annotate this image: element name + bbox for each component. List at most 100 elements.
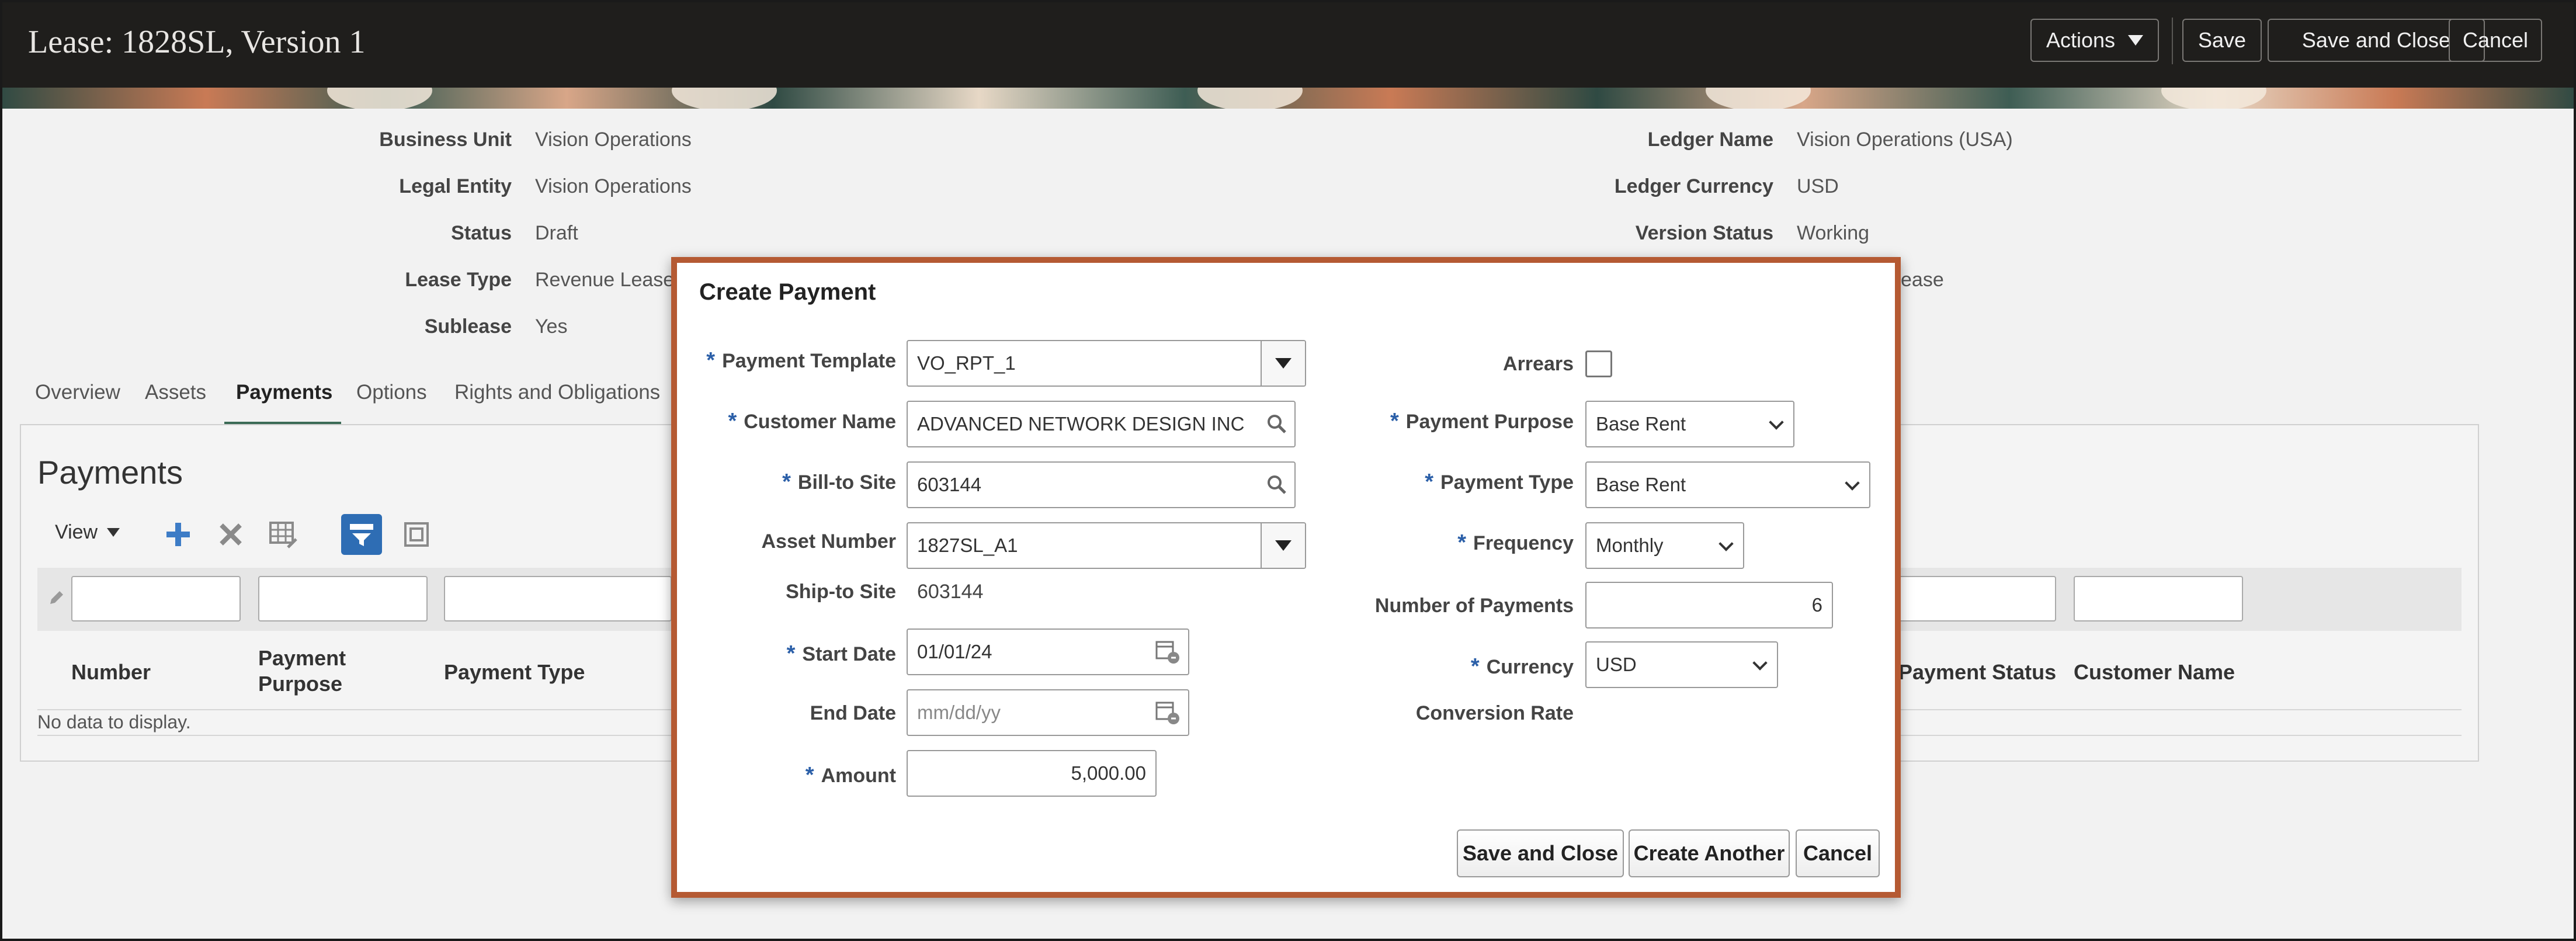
customer-filter-input[interactable] <box>2074 576 2243 621</box>
ship-to-site-value: 603144 <box>917 581 984 603</box>
required-icon: * <box>1425 470 1433 494</box>
calendar-icon[interactable] <box>1147 690 1188 735</box>
decorative-banner <box>0 88 2576 109</box>
empty-table-message: No data to display. <box>37 711 191 732</box>
column-payment-purpose-line1[interactable]: Payment <box>258 646 346 671</box>
chevron-down-icon <box>1752 655 1768 671</box>
number-of-payments-label: Number of Payments <box>1374 595 1574 617</box>
required-icon: * <box>1457 530 1467 555</box>
legal-entity-label: Legal Entity <box>399 175 512 197</box>
bill-to-site-label: * Bill-to Site <box>782 470 896 494</box>
column-payment-purpose-line2[interactable]: Purpose <box>258 672 342 696</box>
ledger-name-value: Vision Operations (USA) <box>1797 129 2013 151</box>
required-icon: * <box>1390 409 1399 433</box>
chevron-down-icon <box>1719 536 1734 551</box>
column-payment-status[interactable]: Payment Status <box>1898 660 2056 685</box>
create-another-button[interactable]: Create Another <box>1629 829 1790 877</box>
start-date-label: * Start Date <box>786 641 896 666</box>
sublease-label: Sublease <box>424 315 512 338</box>
dropdown-icon[interactable] <box>1261 523 1305 568</box>
page-header: Lease: 1828SL, Version 1 Actions Save Sa… <box>0 0 2576 88</box>
number-filter-input[interactable] <box>71 576 241 621</box>
chevron-down-icon <box>107 528 120 537</box>
ship-to-site-label: Ship-to Site <box>786 581 896 603</box>
end-date-input[interactable]: mm/dd/yy <box>907 689 1189 736</box>
asset-number-select[interactable]: 1827SL_A1 <box>907 522 1306 569</box>
version-status-value: Working <box>1797 222 1870 244</box>
tab-overview[interactable]: Overview <box>35 381 120 404</box>
calendar-icon[interactable] <box>1147 630 1188 674</box>
ledger-currency-value: USD <box>1797 175 1839 197</box>
customer-name-label: * Customer Name <box>728 409 896 433</box>
arrears-checkbox[interactable] <box>1585 350 1612 377</box>
ledger-name-label: Ledger Name <box>1647 129 1773 151</box>
detach-icon[interactable] <box>396 514 437 555</box>
frequency-label: * Frequency <box>1457 530 1574 555</box>
number-of-payments-input[interactable]: 6 <box>1585 582 1833 629</box>
end-date-label: End Date <box>810 702 896 724</box>
partially-hidden-value: ease <box>1901 269 1944 291</box>
lease-type-label: Lease Type <box>405 269 512 291</box>
payment-template-select[interactable]: VO_RPT_1 <box>907 340 1306 387</box>
currency-select[interactable]: USD <box>1585 641 1778 688</box>
tab-options[interactable]: Options <box>356 381 427 404</box>
ledger-currency-label: Ledger Currency <box>1614 175 1773 197</box>
sublease-value: Yes <box>535 315 568 338</box>
tab-rights-and-obligations[interactable]: Rights and Obligations <box>454 381 660 404</box>
page-title: Lease: 1828SL, Version 1 <box>28 24 366 60</box>
query-by-example-icon[interactable] <box>341 514 382 555</box>
chevron-down-icon <box>1845 475 1860 491</box>
currency-label: * Currency <box>1470 654 1574 679</box>
chevron-down-icon <box>1769 415 1784 430</box>
column-customer-name[interactable]: Customer Name <box>2074 660 2235 685</box>
status-filter-input[interactable] <box>1887 576 2056 621</box>
payments-title: Payments <box>37 454 183 491</box>
frequency-select[interactable]: Monthly <box>1585 522 1744 569</box>
start-date-input[interactable]: 01/01/24 <box>907 629 1189 675</box>
required-icon: * <box>706 348 716 373</box>
type-filter-input[interactable] <box>444 576 672 621</box>
status-label: Status <box>451 222 512 244</box>
required-icon: * <box>805 763 814 787</box>
payment-type-select[interactable]: Base Rent <box>1585 461 1870 508</box>
required-icon: * <box>1470 654 1480 679</box>
conversion-rate-label: Conversion Rate <box>1415 702 1574 724</box>
cancel-button[interactable]: Cancel <box>2449 19 2542 62</box>
asset-number-label: Asset Number <box>761 530 896 553</box>
chevron-down-icon <box>2128 35 2144 46</box>
required-icon: * <box>786 641 796 666</box>
dialog-cancel-button[interactable]: Cancel <box>1796 829 1880 877</box>
payment-purpose-select[interactable]: Base Rent <box>1585 401 1794 447</box>
dialog-save-and-close-button[interactable]: Save and Close <box>1457 829 1624 877</box>
business-unit-label: Business Unit <box>379 129 512 151</box>
view-label: View <box>55 521 98 543</box>
tab-assets[interactable]: Assets <box>145 381 206 404</box>
actions-label: Actions <box>2046 28 2116 52</box>
business-unit-value: Vision Operations <box>535 129 692 151</box>
delete-icon[interactable] <box>210 514 251 555</box>
bill-to-site-input[interactable]: 603144 <box>907 461 1296 508</box>
required-icon: * <box>782 470 791 494</box>
actions-menu-button[interactable]: Actions <box>2030 19 2159 62</box>
arrears-label: Arrears <box>1503 353 1574 375</box>
dropdown-icon[interactable] <box>1261 341 1305 386</box>
save-button[interactable]: Save <box>2182 19 2262 62</box>
customer-name-input[interactable]: ADVANCED NETWORK DESIGN INC <box>907 401 1296 447</box>
view-menu-button[interactable]: View <box>55 521 120 544</box>
payment-template-label: * Payment Template <box>706 348 896 373</box>
column-payment-type[interactable]: Payment Type <box>444 660 585 685</box>
pencil-icon <box>39 581 74 616</box>
amount-input[interactable]: 5,000.00 <box>907 750 1157 797</box>
column-number[interactable]: Number <box>71 660 151 685</box>
version-status-label: Version Status <box>1635 222 1773 244</box>
tab-payments[interactable]: Payments <box>236 381 332 404</box>
amount-label: * Amount <box>805 763 896 787</box>
purpose-filter-input[interactable] <box>258 576 428 621</box>
search-icon[interactable] <box>1259 463 1294 507</box>
edit-grid-icon[interactable] <box>263 514 304 555</box>
legal-entity-value: Vision Operations <box>535 175 692 197</box>
toolbar-separator <box>2172 18 2173 64</box>
add-icon[interactable] <box>158 514 199 555</box>
payment-type-label: * Payment Type <box>1425 470 1574 494</box>
search-icon[interactable] <box>1259 402 1294 446</box>
